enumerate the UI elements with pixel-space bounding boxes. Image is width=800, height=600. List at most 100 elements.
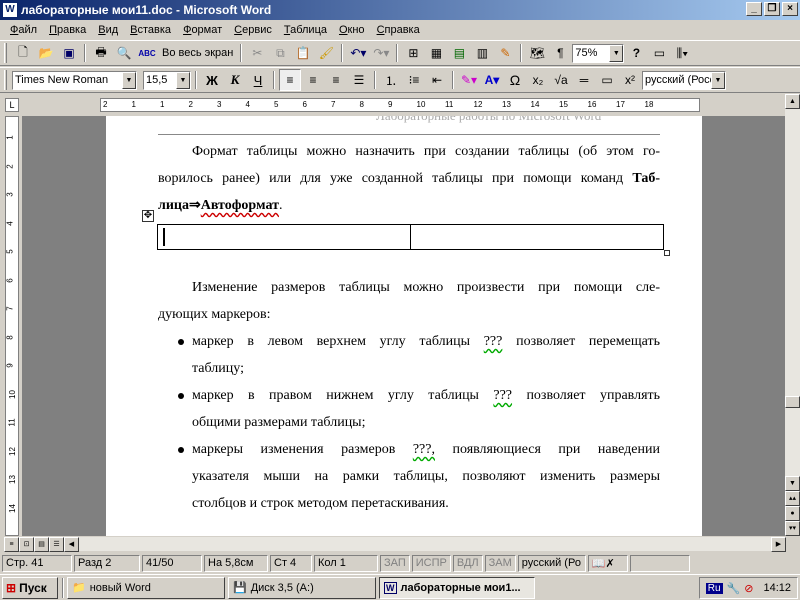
- symbol-icon[interactable]: Ω: [504, 69, 526, 91]
- print-preview-icon[interactable]: 🔍: [113, 42, 135, 64]
- status-track-changes[interactable]: ИСПР: [411, 554, 451, 572]
- border-icon[interactable]: ▭: [596, 69, 618, 91]
- help-icon[interactable]: ?: [625, 42, 647, 64]
- toolbar-options-icon[interactable]: ⫼▾: [671, 42, 693, 64]
- equation-icon[interactable]: √a: [550, 69, 572, 91]
- print-icon[interactable]: 🖶: [90, 42, 112, 64]
- spelling-icon[interactable]: ABC: [136, 42, 158, 64]
- toolbar-grip[interactable]: [4, 43, 7, 63]
- restore-button[interactable]: ❐: [764, 2, 780, 16]
- bold-button[interactable]: Ж: [201, 69, 223, 91]
- format-painter-icon[interactable]: 🖌: [315, 42, 337, 64]
- vertical-ruler[interactable]: 1 2 3 4 5 6 7 8 9 10 11 12 13 14: [0, 116, 22, 536]
- browse-object-icon[interactable]: ●: [785, 506, 800, 521]
- scroll-right-icon[interactable]: ▶: [771, 536, 786, 552]
- task-floppy-drive[interactable]: 💾 Диск 3,5 (A:): [228, 576, 376, 599]
- close-button[interactable]: ×: [782, 2, 798, 16]
- tab-selector[interactable]: L: [5, 98, 19, 112]
- menu-item-5[interactable]: Сервис: [228, 24, 278, 36]
- menu-item-6[interactable]: Таблица: [278, 24, 333, 36]
- copy-icon[interactable]: ⧉: [269, 42, 291, 64]
- menu-item-1[interactable]: Правка: [43, 24, 92, 36]
- status-record[interactable]: ЗАП: [380, 554, 410, 572]
- next-page-icon[interactable]: ▾▾: [785, 521, 800, 536]
- vertical-scrollbar[interactable]: ▲ ▼ ▴▴ ● ▾▾: [785, 94, 800, 536]
- scroll-down-icon[interactable]: ▼: [785, 476, 800, 491]
- font-select[interactable]: Times New Roman ▼: [12, 70, 137, 90]
- undo-icon[interactable]: ↶▾: [347, 42, 369, 64]
- menu-item-4[interactable]: Формат: [177, 24, 228, 36]
- cut-icon[interactable]: ✂: [246, 42, 268, 64]
- zoom-select[interactable]: 75% ▼: [572, 43, 625, 63]
- menu-item-3[interactable]: Вставка: [124, 24, 177, 36]
- redo-icon[interactable]: ↷▾: [370, 42, 392, 64]
- bullets-icon[interactable]: ⁝≡: [403, 69, 425, 91]
- insert-table-icon[interactable]: ▦: [425, 42, 447, 64]
- menu-item-8[interactable]: Справка: [371, 24, 426, 36]
- numbering-icon[interactable]: ⒈: [380, 69, 402, 91]
- toolbar-grip[interactable]: [4, 70, 7, 90]
- open-folder-icon[interactable]: 📂: [35, 42, 57, 64]
- clock[interactable]: 14:12: [763, 582, 791, 594]
- chevron-down-icon[interactable]: ▼: [176, 71, 190, 89]
- align-center-icon[interactable]: ≡: [302, 69, 324, 91]
- table-cell[interactable]: [411, 225, 663, 249]
- tray-app-icon[interactable]: 🔧: [727, 582, 741, 595]
- menu-item-0[interactable]: Файл: [4, 24, 43, 36]
- word-app-icon[interactable]: W: [2, 2, 18, 18]
- table[interactable]: [157, 224, 664, 250]
- superscript-icon[interactable]: x²: [619, 69, 641, 91]
- justify-icon[interactable]: ☰: [348, 69, 370, 91]
- show-formatting-icon[interactable]: ¶: [549, 42, 571, 64]
- table-move-handle-icon[interactable]: ✥: [142, 210, 154, 222]
- normal-view-icon[interactable]: ≡: [4, 536, 19, 552]
- previous-page-icon[interactable]: ▴▴: [785, 491, 800, 506]
- document-map-icon[interactable]: 🗺: [526, 42, 548, 64]
- underline-button[interactable]: Ч: [247, 69, 269, 91]
- spelling-status-icon[interactable]: 📖✗: [587, 554, 628, 572]
- menu-item-2[interactable]: Вид: [92, 24, 124, 36]
- chevron-down-icon[interactable]: ▼: [609, 44, 624, 62]
- task-new-word[interactable]: 📁 новый Word: [67, 576, 225, 599]
- align-right-icon[interactable]: ≡: [325, 69, 347, 91]
- columns-icon[interactable]: ▥: [471, 42, 493, 64]
- minimize-button[interactable]: _: [746, 2, 762, 16]
- new-document-icon[interactable]: 🗋: [12, 42, 34, 64]
- web-view-icon[interactable]: ⊡: [19, 536, 34, 552]
- task-word-document[interactable]: W лабораторные мои1...: [379, 576, 535, 599]
- menu-item-7[interactable]: Окно: [333, 24, 371, 36]
- horizontal-ruler[interactable]: L 2 1 1 2 3 4 5 6 7 8 9 10 11 12 13 14 15 16 17 18: [0, 94, 800, 116]
- scroll-thumb[interactable]: [785, 396, 800, 408]
- start-button[interactable]: ⊞ Пуск: [2, 576, 58, 599]
- print-view-icon[interactable]: ▤: [34, 536, 49, 552]
- horizontal-line-icon[interactable]: ═: [573, 69, 595, 91]
- subscript-icon[interactable]: x₂: [527, 69, 549, 91]
- document-page[interactable]: Лабораторные работы по Microsoft Word Фо…: [106, 116, 702, 536]
- align-left-icon[interactable]: ≡: [279, 69, 301, 91]
- status-overtype[interactable]: ЗАМ: [484, 554, 516, 572]
- decrease-indent-icon[interactable]: ⇤: [426, 69, 448, 91]
- outline-view-icon[interactable]: ☰: [49, 536, 64, 552]
- insert-excel-icon[interactable]: ▤: [448, 42, 470, 64]
- chevron-down-icon[interactable]: ▼: [122, 71, 136, 89]
- highlight-icon[interactable]: ✎▾: [458, 69, 480, 91]
- table-cell[interactable]: [158, 225, 411, 249]
- font-size-select[interactable]: 15,5 ▼: [143, 70, 191, 90]
- font-color-icon[interactable]: A▾: [481, 69, 503, 91]
- tables-borders-icon[interactable]: ⊞: [402, 42, 424, 64]
- table-resize-handle-icon[interactable]: [664, 250, 670, 256]
- read-icon[interactable]: ▭: [648, 42, 670, 64]
- italic-button[interactable]: К: [224, 69, 246, 91]
- volume-muted-icon[interactable]: ⊘: [744, 582, 753, 595]
- fullscreen-button[interactable]: Во весь экран: [159, 42, 236, 64]
- horizontal-scrollbar[interactable]: ≡ ⊡ ▤ ☰ ◀ ▶: [0, 536, 800, 552]
- drawing-icon[interactable]: ✎: [494, 42, 516, 64]
- paste-icon[interactable]: 📋: [292, 42, 314, 64]
- scroll-track[interactable]: [79, 537, 771, 551]
- status-extend[interactable]: ВДЛ: [452, 554, 483, 572]
- scroll-left-icon[interactable]: ◀: [64, 536, 79, 552]
- scroll-up-icon[interactable]: ▲: [785, 94, 800, 109]
- language-select[interactable]: русский (Росс ▼: [642, 70, 726, 90]
- save-icon[interactable]: ▣: [58, 42, 80, 64]
- language-indicator[interactable]: Ru: [705, 582, 723, 594]
